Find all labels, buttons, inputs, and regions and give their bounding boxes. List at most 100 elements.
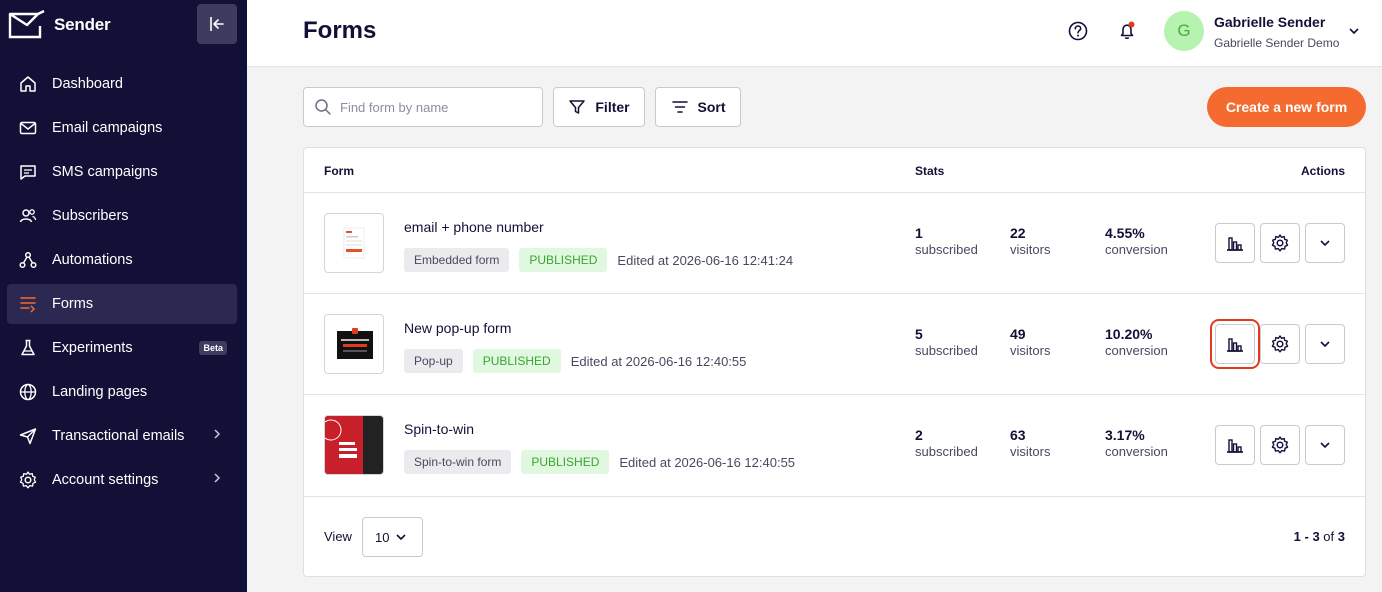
top-header: Forms G Gabrielle Sender Gabrielle Sende… bbox=[247, 0, 1382, 67]
search-input[interactable] bbox=[340, 99, 530, 115]
bar-chart-icon bbox=[1227, 439, 1243, 453]
sidebar-item-landing-pages[interactable]: Landing pages bbox=[7, 372, 237, 412]
globe-icon bbox=[17, 381, 39, 403]
page-title: Forms bbox=[303, 17, 377, 44]
status-badge: PUBLISHED bbox=[519, 248, 608, 272]
user-name[interactable]: Gabrielle Sender bbox=[1214, 14, 1325, 30]
stat-subscribed: 5 subscribed bbox=[915, 326, 978, 358]
create-form-button[interactable]: Create a new form bbox=[1207, 87, 1366, 127]
gear-icon bbox=[1271, 335, 1289, 353]
stat-label: subscribed bbox=[915, 343, 978, 358]
gear-icon bbox=[1271, 234, 1289, 252]
sidebar-item-account-settings[interactable]: Account settings bbox=[7, 460, 237, 500]
chevron-right-icon bbox=[214, 429, 221, 439]
form-thumbnail[interactable] bbox=[324, 213, 384, 273]
more-options-button[interactable] bbox=[1305, 223, 1345, 263]
stat-conversion: 4.55% conversion bbox=[1105, 225, 1168, 257]
form-settings-button[interactable] bbox=[1260, 223, 1300, 263]
help-icon[interactable] bbox=[1067, 20, 1089, 47]
form-type-badge: Embedded form bbox=[404, 248, 510, 272]
form-thumbnail[interactable] bbox=[324, 415, 384, 475]
more-options-button[interactable] bbox=[1305, 425, 1345, 465]
sidebar-item-label: Dashboard bbox=[52, 76, 123, 92]
stat-conversion: 3.17% conversion bbox=[1105, 427, 1168, 459]
sidebar-item-automations[interactable]: Automations bbox=[7, 240, 237, 280]
collapse-sidebar-button[interactable] bbox=[197, 4, 237, 44]
stat-value: 3.17% bbox=[1105, 427, 1145, 443]
stat-value: 22 bbox=[1010, 225, 1026, 241]
notification-bell-icon[interactable] bbox=[1116, 20, 1138, 47]
avatar[interactable]: G bbox=[1164, 11, 1204, 51]
more-options-button[interactable] bbox=[1305, 324, 1345, 364]
sort-label: Sort bbox=[697, 99, 726, 115]
form-name[interactable]: Spin-to-win bbox=[404, 421, 474, 437]
brand-logo[interactable]: Sender bbox=[8, 10, 111, 40]
page-size-select[interactable]: 10 bbox=[362, 517, 423, 557]
mail-icon bbox=[17, 117, 39, 139]
search-field[interactable] bbox=[303, 87, 543, 127]
stat-visitors: 63 visitors bbox=[1010, 427, 1050, 459]
sidebar-item-label: Account settings bbox=[52, 472, 159, 488]
sidebar: Sender Dashboard Email campaigns SMS cam… bbox=[0, 0, 247, 592]
table-row[interactable]: Spin-to-win Spin-to-win form PUBLISHED E… bbox=[304, 394, 1365, 495]
home-icon bbox=[17, 73, 39, 95]
form-name[interactable]: email + phone number bbox=[404, 219, 544, 235]
form-settings-button[interactable] bbox=[1260, 425, 1300, 465]
forms-table: Form Stats Actions email + phone number … bbox=[303, 147, 1366, 577]
chevron-right-icon bbox=[214, 473, 221, 483]
column-header-form: Form bbox=[324, 164, 354, 178]
stat-label: conversion bbox=[1105, 343, 1168, 358]
view-stats-button[interactable] bbox=[1210, 319, 1260, 369]
gear-icon bbox=[17, 469, 39, 491]
sidebar-item-subscribers[interactable]: Subscribers bbox=[7, 196, 237, 236]
stat-label: conversion bbox=[1105, 444, 1168, 459]
user-organization: Gabrielle Sender Demo bbox=[1214, 36, 1340, 50]
edited-timestamp: Edited at 2026-06-16 12:40:55 bbox=[619, 454, 796, 470]
filter-button[interactable]: Filter bbox=[553, 87, 645, 127]
sidebar-item-forms[interactable]: Forms bbox=[7, 284, 237, 324]
sidebar-item-label: Forms bbox=[52, 296, 94, 312]
chevron-down-icon[interactable] bbox=[1348, 24, 1360, 42]
form-name[interactable]: New pop-up form bbox=[404, 320, 511, 336]
form-settings-button[interactable] bbox=[1260, 324, 1300, 364]
stat-value: 4.55% bbox=[1105, 225, 1145, 241]
chevron-down-icon bbox=[1320, 341, 1330, 348]
stat-label: visitors bbox=[1010, 444, 1051, 459]
search-icon bbox=[315, 99, 331, 115]
sidebar-item-experiments[interactable]: Experiments Beta bbox=[7, 328, 237, 368]
status-badge: PUBLISHED bbox=[521, 450, 610, 474]
table-row[interactable]: email + phone number Embedded form PUBLI… bbox=[304, 192, 1365, 293]
stat-value: 5 bbox=[915, 326, 923, 342]
sidebar-item-transactional-emails[interactable]: Transactional emails bbox=[7, 416, 237, 456]
stat-subscribed: 1 subscribed bbox=[915, 225, 978, 257]
gear-icon bbox=[1271, 436, 1289, 454]
sidebar-item-label: SMS campaigns bbox=[52, 164, 158, 180]
stat-label: subscribed bbox=[915, 444, 978, 459]
chevron-down-icon bbox=[396, 534, 407, 541]
sidebar-item-sms-campaigns[interactable]: SMS campaigns bbox=[7, 152, 237, 192]
sidebar-item-dashboard[interactable]: Dashboard bbox=[7, 64, 237, 104]
collapse-left-icon bbox=[210, 17, 224, 31]
sidebar-item-label: Automations bbox=[52, 252, 133, 268]
sidebar-item-email-campaigns[interactable]: Email campaigns bbox=[7, 108, 237, 148]
view-stats-button[interactable] bbox=[1215, 223, 1255, 263]
forms-icon bbox=[17, 293, 39, 315]
chevron-down-icon bbox=[1320, 240, 1330, 247]
automation-icon bbox=[17, 249, 39, 271]
pagination-of: of bbox=[1323, 529, 1335, 544]
table-row[interactable]: New pop-up form Pop-up PUBLISHED Edited … bbox=[304, 293, 1365, 394]
sort-button[interactable]: Sort bbox=[655, 87, 741, 127]
sidebar-item-label: Email campaigns bbox=[52, 120, 163, 136]
form-thumbnail[interactable] bbox=[324, 314, 384, 374]
filter-label: Filter bbox=[595, 99, 630, 115]
pagination-summary: 1 - 3 of 3 bbox=[1294, 529, 1345, 544]
view-stats-button[interactable] bbox=[1215, 425, 1255, 465]
page-size-value: 10 bbox=[375, 529, 390, 545]
stat-conversion: 10.20% conversion bbox=[1105, 326, 1168, 358]
stat-value: 63 bbox=[1010, 427, 1026, 443]
sidebar-item-label: Experiments bbox=[52, 340, 133, 356]
stat-label: subscribed bbox=[915, 242, 978, 257]
bar-chart-icon bbox=[1227, 237, 1243, 251]
pagination-range: 1 - 3 bbox=[1293, 529, 1320, 544]
stat-label: visitors bbox=[1010, 242, 1051, 257]
